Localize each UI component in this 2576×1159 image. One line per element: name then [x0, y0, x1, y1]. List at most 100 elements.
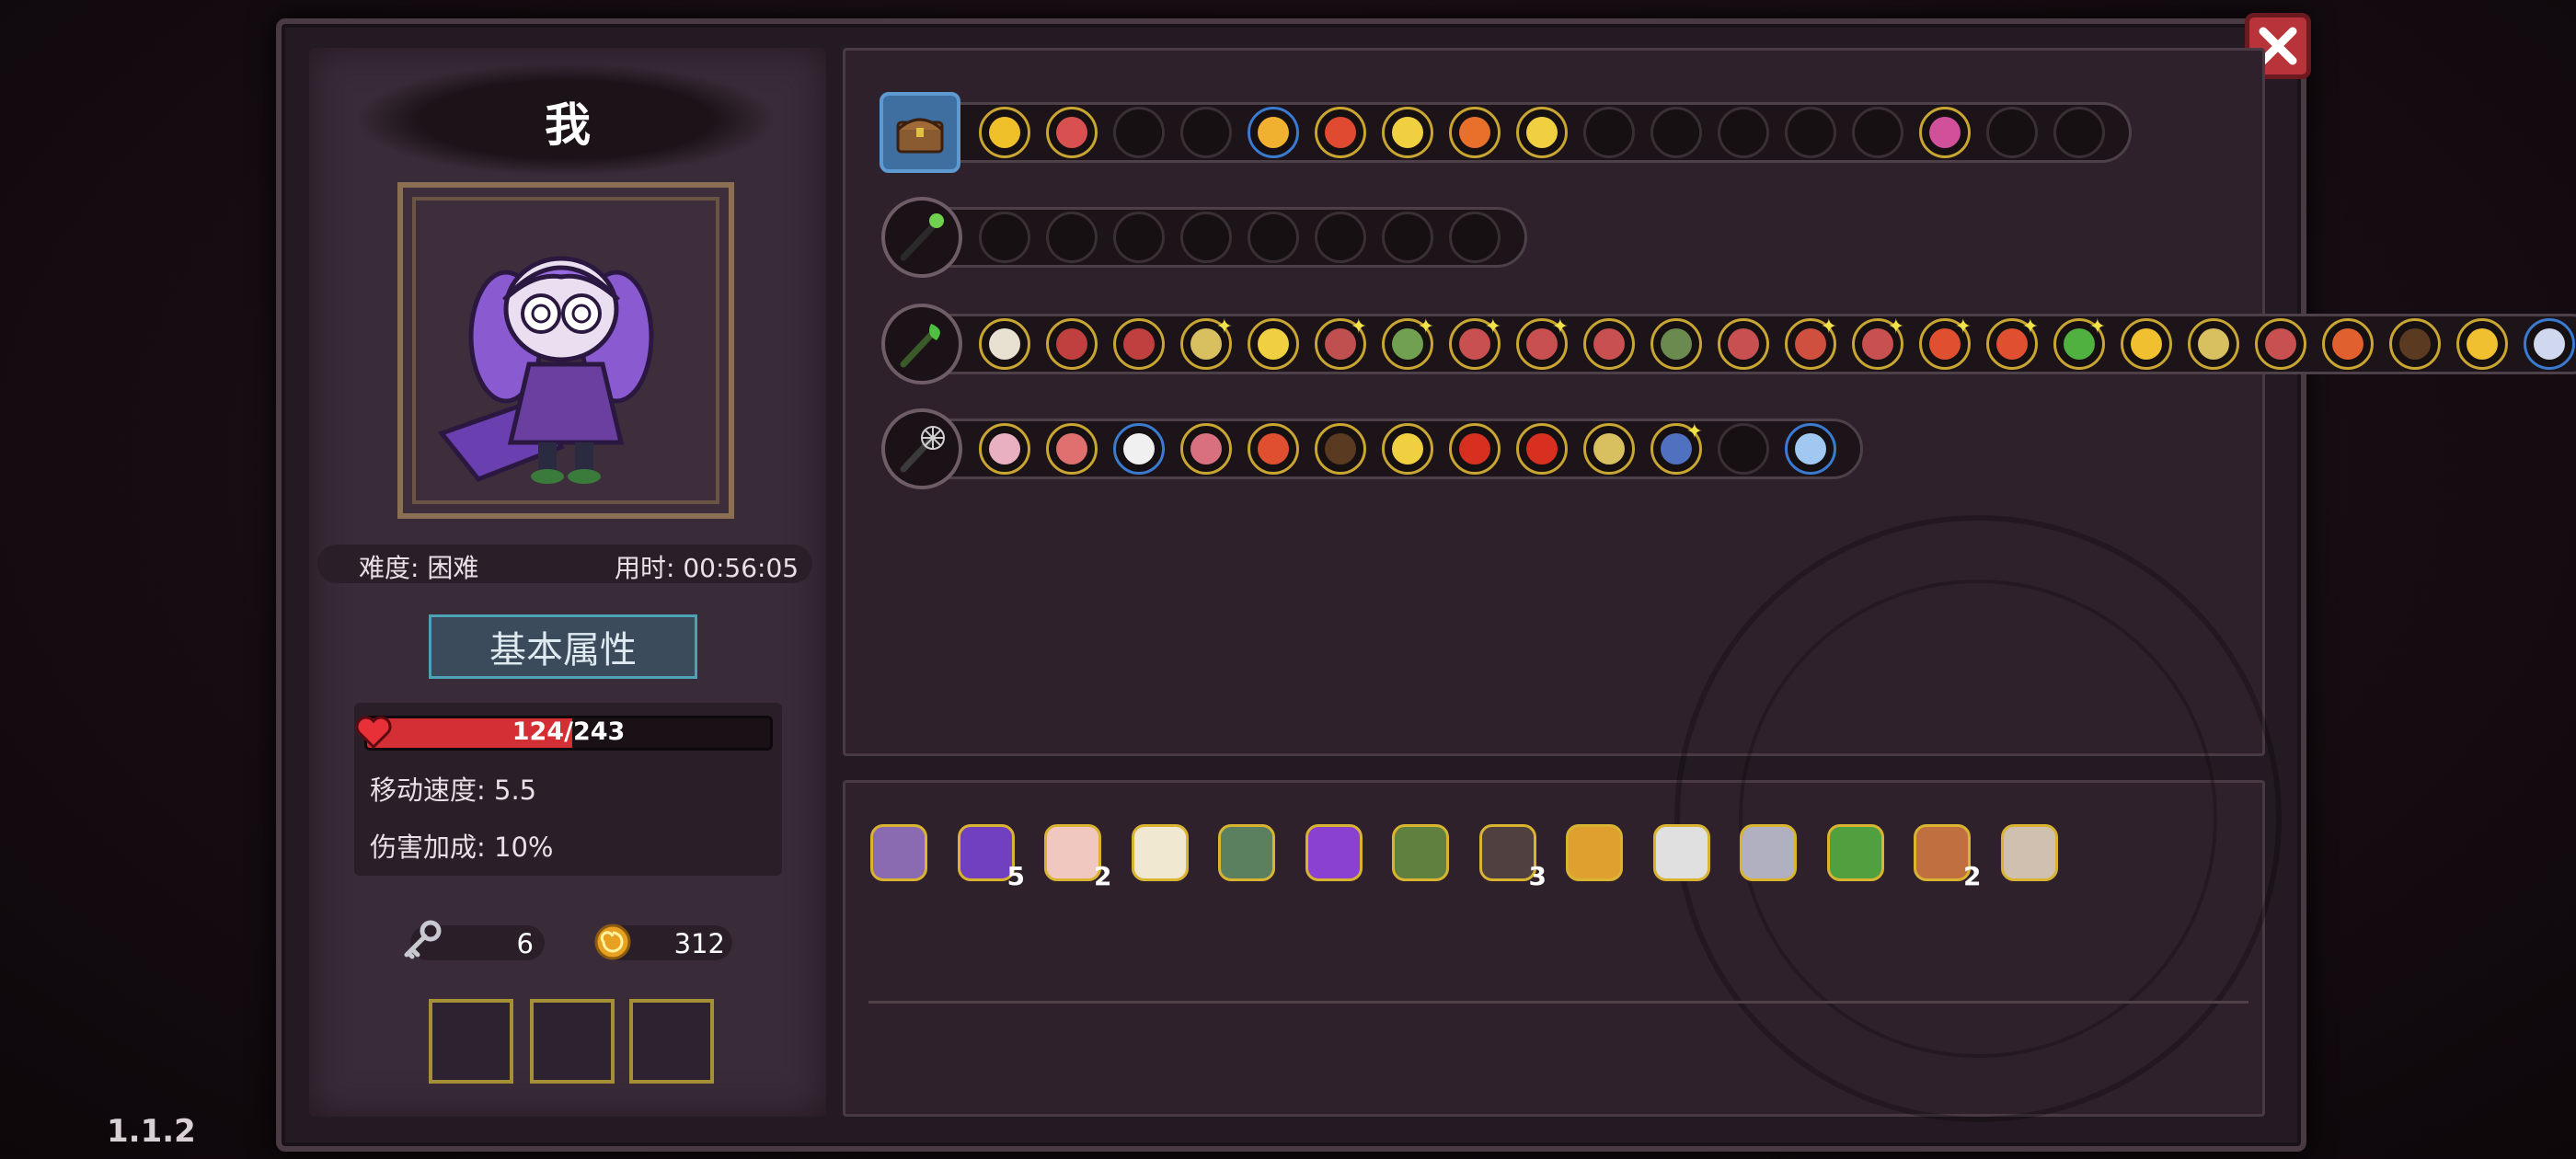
equipment-slot-filled[interactable] — [2121, 318, 2172, 370]
equipment-slot-filled[interactable] — [1583, 423, 1635, 475]
equipment-slot-filled[interactable] — [1583, 318, 1635, 370]
equipment-slot-filled[interactable] — [1046, 423, 1098, 475]
equipment-slot-filled[interactable] — [1248, 107, 1299, 158]
web-staff-icon[interactable] — [881, 408, 962, 489]
hp-text: 124/243 — [512, 717, 626, 746]
equipment-slot-filled[interactable] — [1516, 107, 1568, 158]
skill-icon — [1728, 328, 1759, 360]
equipment-slot-filled[interactable] — [2255, 318, 2306, 370]
equipment-slot-filled[interactable] — [1516, 423, 1568, 475]
equipment-slot-filled[interactable]: ✦ — [1180, 316, 1233, 370]
equipment-slot-filled[interactable]: ✦ — [1382, 316, 1434, 370]
equipment-slot-filled[interactable]: ✦ — [1650, 420, 1703, 475]
equipment-slot-empty[interactable] — [1113, 107, 1165, 158]
golden-goblet-item-icon — [1566, 824, 1623, 881]
upgrade-plus-icon: ✦ — [1484, 316, 1501, 339]
green-boot-item[interactable] — [1818, 815, 1893, 890]
equipment-slot-filled[interactable] — [1113, 318, 1165, 370]
equipment-slot-filled[interactable] — [2188, 318, 2239, 370]
equipment-slot-filled[interactable] — [1650, 318, 1702, 370]
equipment-slot-empty[interactable] — [1718, 107, 1769, 158]
equipment-slot-empty[interactable] — [1449, 212, 1501, 263]
equipment-slot-filled[interactable] — [2389, 318, 2441, 370]
equipment-slot-filled[interactable] — [2524, 318, 2575, 370]
equipment-slot-filled[interactable] — [1785, 423, 1836, 475]
skill-icon — [1526, 433, 1558, 465]
equipment-slot-filled[interactable]: ✦ — [1315, 316, 1367, 370]
equipment-slot-empty[interactable] — [2053, 107, 2105, 158]
equipment-slot-empty[interactable] — [979, 212, 1030, 263]
equipment-slot-empty[interactable] — [1583, 107, 1635, 158]
equipment-slot-filled[interactable] — [1046, 107, 1098, 158]
green-goblin-item[interactable] — [1383, 815, 1458, 890]
equipment-slot-filled[interactable] — [1382, 107, 1433, 158]
equipment-slot-empty[interactable] — [1180, 107, 1232, 158]
skill-icon — [1392, 117, 1423, 148]
equipment-slot-filled[interactable] — [1046, 318, 1098, 370]
equipment-slot-filled[interactable]: ✦ — [1852, 316, 1904, 370]
equipment-slot-empty[interactable] — [1852, 107, 1903, 158]
fairy-wings-item-icon — [1131, 824, 1189, 881]
equipment-slot-filled[interactable] — [1718, 318, 1769, 370]
equipment-slot-filled[interactable] — [979, 423, 1030, 475]
equipment-slot-filled[interactable] — [1113, 423, 1165, 475]
equipment-slot-filled[interactable] — [1315, 423, 1366, 475]
purple-boot-item[interactable] — [1296, 815, 1372, 890]
equipment-slot-empty[interactable] — [1718, 423, 1769, 475]
equipment-slot-filled[interactable]: ✦ — [1449, 316, 1501, 370]
equipment-slot-filled[interactable] — [1248, 423, 1299, 475]
consumable-slot-2[interactable] — [530, 999, 615, 1084]
equipment-slot-filled[interactable] — [1919, 107, 1971, 158]
bone-item[interactable] — [1992, 815, 2067, 890]
items-divider — [868, 1001, 2248, 1004]
equipment-slot-filled[interactable]: ✦ — [1516, 316, 1569, 370]
equipment-slot-empty[interactable] — [1248, 212, 1299, 263]
equipment-slot-empty[interactable] — [1650, 107, 1702, 158]
equipment-slot-filled[interactable]: ✦ — [1785, 316, 1837, 370]
equipment-slot-filled[interactable] — [979, 107, 1030, 158]
equipment-slot-filled[interactable] — [1449, 423, 1501, 475]
tab-basic-attributes[interactable]: 基本属性 — [429, 614, 697, 679]
equipment-slot-filled[interactable] — [1180, 423, 1232, 475]
spiral-glasses-item[interactable] — [1644, 815, 1719, 890]
equipment-slot-filled[interactable] — [1382, 423, 1433, 475]
consumable-slot-1[interactable] — [429, 999, 513, 1084]
equipment-slot-filled[interactable]: ✦ — [1919, 316, 1972, 370]
skill-icon — [1325, 433, 1356, 465]
dice-box-item[interactable] — [1209, 815, 1284, 890]
green-staff-icon[interactable] — [881, 304, 962, 384]
skill-icon — [2265, 328, 2296, 360]
skill-icon — [2467, 328, 2498, 360]
equipment-slot-empty[interactable] — [1986, 107, 2038, 158]
equipment-slot-empty[interactable] — [1382, 212, 1433, 263]
equipment-slot-empty[interactable] — [1046, 212, 1098, 263]
golden-goblet-item[interactable] — [1557, 815, 1632, 890]
equipment-slot-filled[interactable] — [1315, 107, 1366, 158]
skill-icon — [1258, 328, 1289, 360]
purple-hair-item[interactable] — [861, 815, 937, 890]
upgrade-plus-icon: ✦ — [1215, 316, 1233, 339]
equipment-slot-filled[interactable]: ✦ — [1986, 316, 2039, 370]
staff-icon[interactable] — [881, 197, 962, 278]
move-speed-stat: 移动速度: 5.5 — [370, 775, 537, 806]
silver-crown-item[interactable] — [1731, 815, 1806, 890]
chest-icon[interactable] — [880, 92, 960, 173]
equipment-slot-filled[interactable] — [2456, 318, 2508, 370]
fairy-wings-item[interactable] — [1122, 815, 1198, 890]
skill-icon — [1593, 328, 1625, 360]
gauntlet-item-icon — [1914, 824, 1971, 881]
equipment-slot-empty[interactable] — [1315, 212, 1366, 263]
equipment-slot-filled[interactable]: ✦ — [2053, 316, 2106, 370]
skill-icon — [1123, 328, 1155, 360]
equipment-slot-filled[interactable] — [1449, 107, 1501, 158]
skill-icon — [1929, 117, 1961, 148]
keys-count: 6 — [516, 928, 534, 959]
version-label: 1.1.2 — [107, 1113, 196, 1150]
equipment-slot-filled[interactable] — [1248, 318, 1299, 370]
equipment-slot-filled[interactable] — [2322, 318, 2374, 370]
equipment-slot-empty[interactable] — [1113, 212, 1165, 263]
consumable-slot-3[interactable] — [629, 999, 714, 1084]
equipment-slot-filled[interactable] — [979, 318, 1030, 370]
equipment-slot-empty[interactable] — [1180, 212, 1232, 263]
equipment-slot-empty[interactable] — [1785, 107, 1836, 158]
